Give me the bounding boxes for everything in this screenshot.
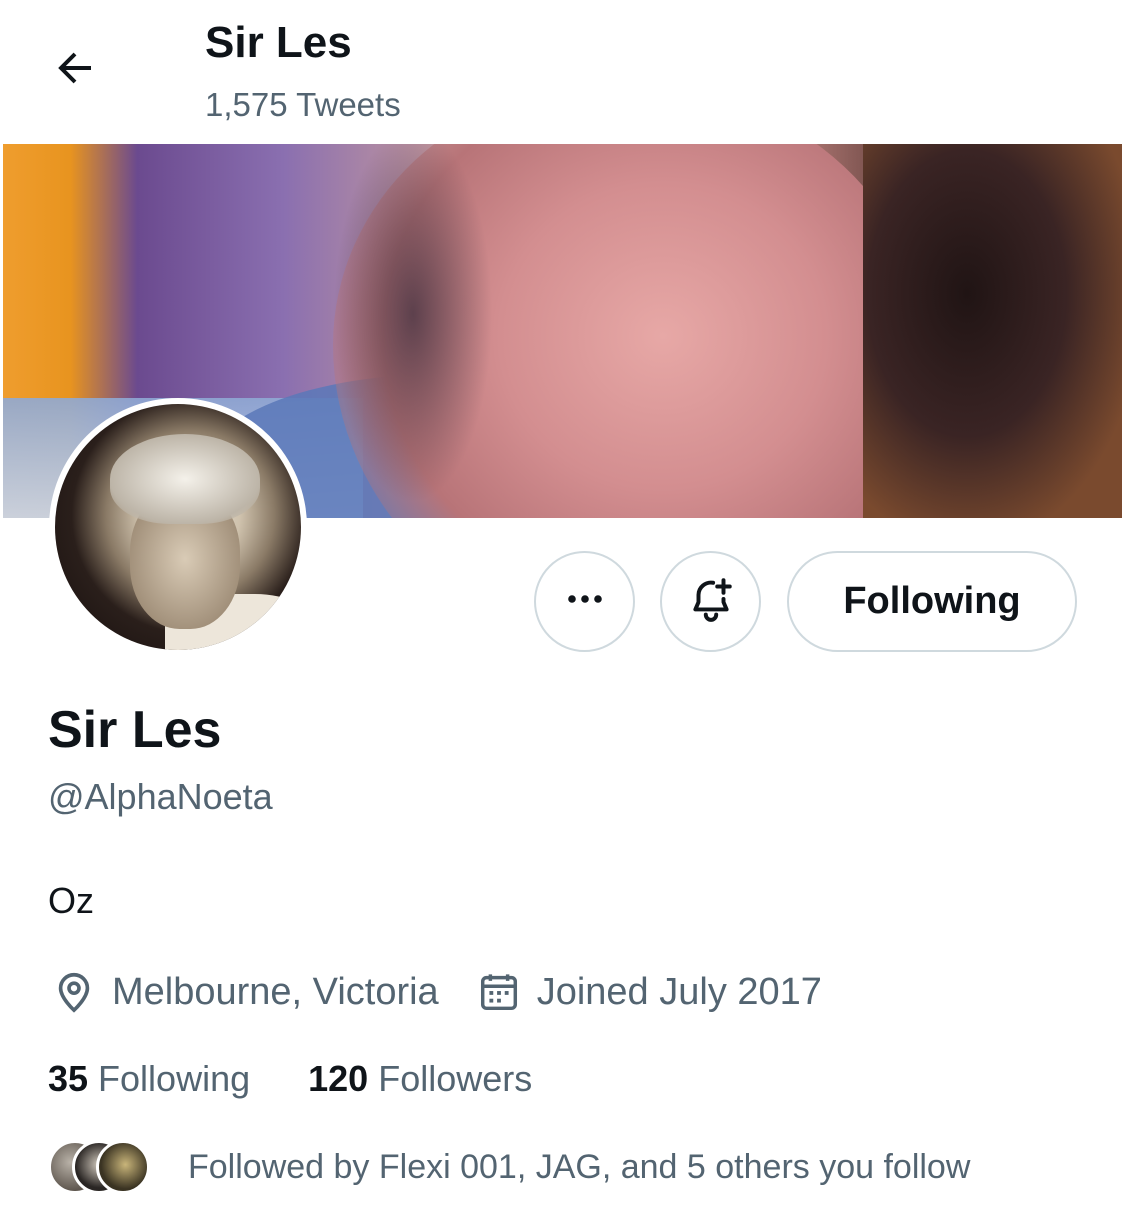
more-icon: [561, 575, 609, 628]
location-item: Melbourne, Victoria: [50, 968, 439, 1016]
display-name: Sir Les: [48, 701, 222, 759]
followers-count: 120: [308, 1058, 369, 1099]
nav-title: Sir Les: [205, 18, 352, 67]
back-button[interactable]: [40, 40, 110, 100]
following-button[interactable]: Following: [787, 551, 1077, 652]
arrow-left-icon: [51, 44, 99, 97]
followed-by-text: Followed by Flexi 001, JAG, and 5 others…: [188, 1147, 971, 1186]
profile-meta: Melbourne, Victoria Joined July 2017: [50, 962, 858, 1022]
followed-by-row[interactable]: Followed by Flexi 001, JAG, and 5 others…: [48, 1140, 970, 1194]
location-text: Melbourne, Victoria: [112, 970, 439, 1013]
joined-item: Joined July 2017: [475, 968, 822, 1016]
more-button[interactable]: [534, 551, 635, 652]
following-count: 35: [48, 1058, 89, 1099]
tweet-count: 1,575 Tweets: [205, 86, 401, 123]
top-nav-bar: Sir Les 1,575 Tweets: [0, 0, 1125, 144]
user-handle: @AlphaNoeta: [48, 776, 273, 817]
bio-text: Oz: [48, 880, 95, 921]
followers-stat-link[interactable]: 120 Followers: [308, 1058, 532, 1100]
calendar-icon: [475, 968, 523, 1016]
followed-by-avatars: [48, 1140, 152, 1194]
following-stat-label: Following: [98, 1058, 251, 1099]
joined-text: Joined July 2017: [536, 970, 822, 1013]
profile-page: Sir Les 1,575 Tweets Following Sir Les @…: [0, 0, 1125, 1232]
notifications-button[interactable]: [660, 551, 761, 652]
bell-plus-icon: [686, 574, 736, 629]
followers-stat-label: Followers: [378, 1058, 533, 1099]
follower-avatar: [96, 1140, 150, 1194]
location-pin-icon: [50, 968, 98, 1016]
follow-stats: 35 Following 120 Followers: [48, 1058, 590, 1100]
avatar-image: [55, 404, 301, 650]
profile-avatar[interactable]: [49, 398, 307, 656]
following-stat-link[interactable]: 35 Following: [48, 1058, 250, 1100]
banner-dark-area: [863, 144, 1122, 518]
